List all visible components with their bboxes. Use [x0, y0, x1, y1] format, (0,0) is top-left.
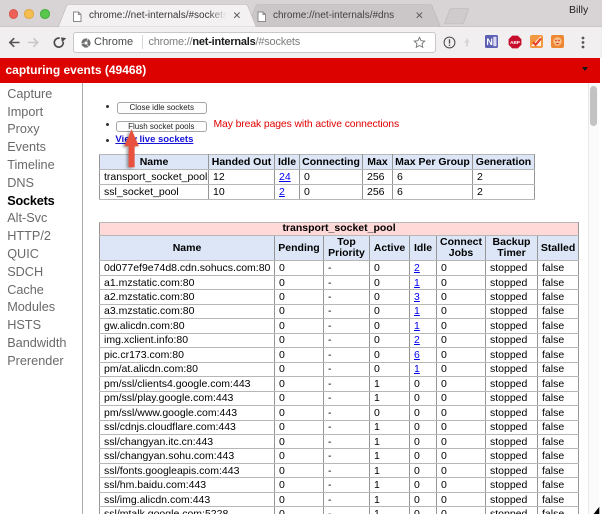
svg-text:ABP: ABP [510, 40, 520, 45]
svg-text:N: N [486, 37, 493, 47]
